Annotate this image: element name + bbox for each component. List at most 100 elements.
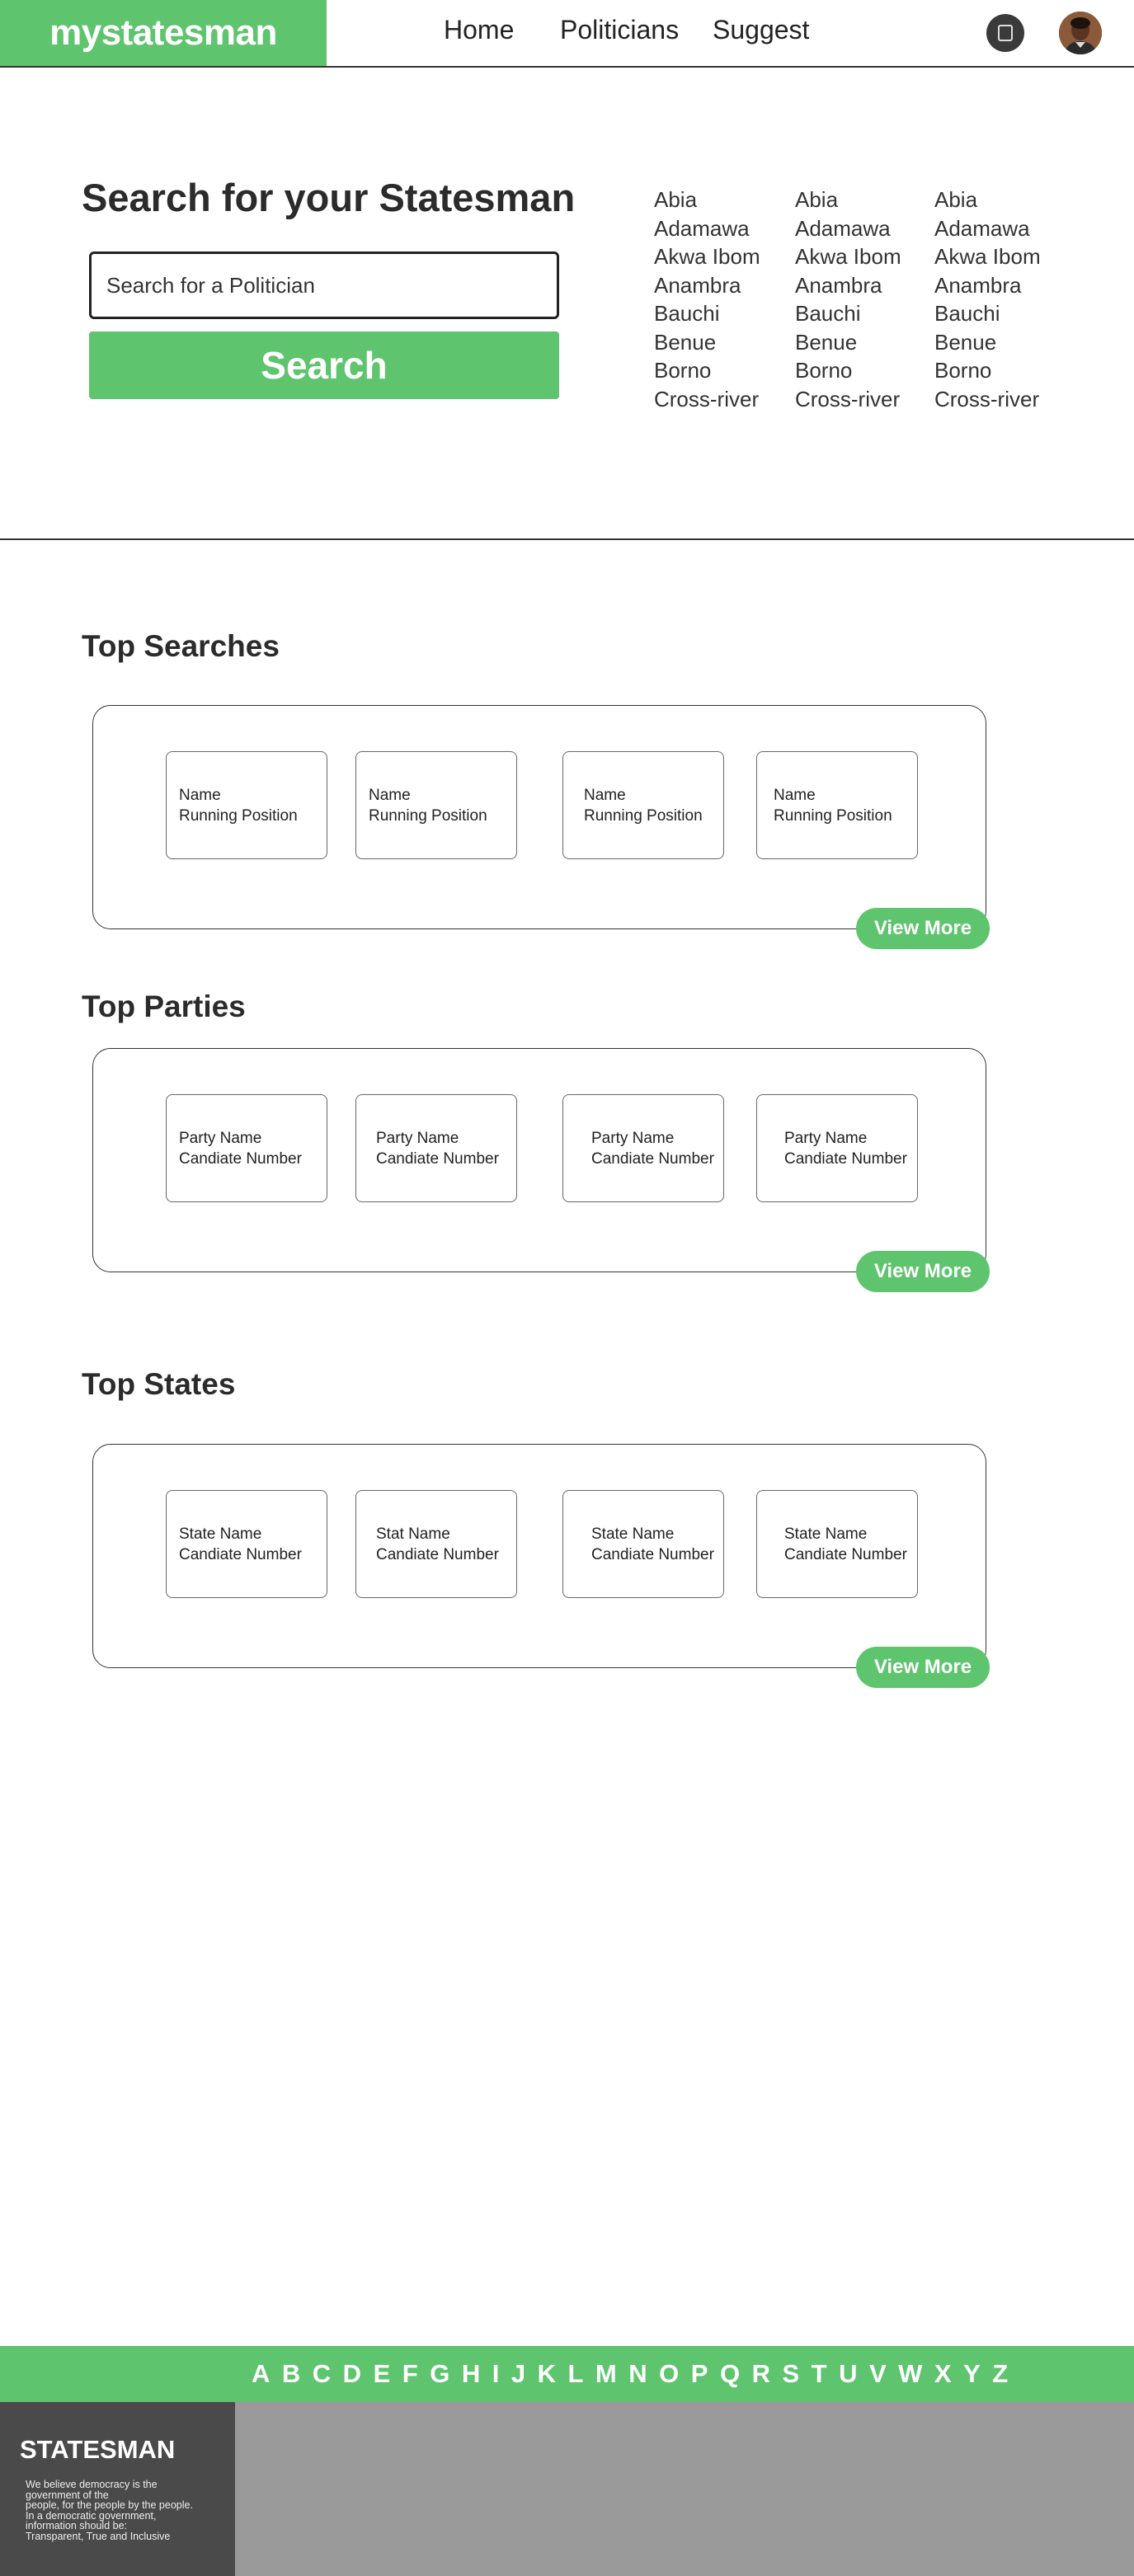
state-card[interactable]: State Name Candiate Number	[166, 1490, 327, 1598]
card-party-name: Party Name	[591, 1129, 675, 1147]
state-link[interactable]: Abia	[934, 186, 1041, 214]
letter-link[interactable]: H	[462, 2359, 480, 2389]
view-more-searches-button[interactable]: View More	[856, 908, 990, 949]
letter-link[interactable]: G	[430, 2359, 449, 2389]
letter-link[interactable]: J	[511, 2359, 525, 2389]
letter-link[interactable]: I	[492, 2359, 500, 2389]
party-card[interactable]: Party Name Candiate Number	[756, 1094, 918, 1202]
politician-card[interactable]: Name Running Position	[562, 751, 724, 859]
party-card[interactable]: Party Name Candiate Number	[562, 1094, 724, 1202]
letter-link[interactable]: F	[402, 2359, 418, 2389]
card-state-name: State Name	[784, 1525, 868, 1543]
letter-link[interactable]: P	[691, 2359, 708, 2389]
state-link[interactable]: Benue	[795, 328, 901, 357]
square-icon[interactable]	[986, 14, 1024, 52]
state-card[interactable]: State Name Candiate Number	[562, 1490, 724, 1598]
nav-home[interactable]: Home	[444, 15, 514, 45]
state-link[interactable]: Bauchi	[934, 299, 1041, 328]
search-input[interactable]	[89, 251, 559, 319]
state-link[interactable]: Borno	[934, 356, 1041, 385]
letter-link[interactable]: Q	[720, 2359, 740, 2389]
card-candidate-number: Candiate Number	[376, 1545, 499, 1563]
nav-politicians[interactable]: Politicians	[560, 15, 679, 45]
letter-link[interactable]: E	[374, 2359, 391, 2389]
state-link[interactable]: Borno	[795, 356, 901, 385]
state-link[interactable]: Adamawa	[934, 214, 1041, 243]
state-link[interactable]: Akwa Ibom	[934, 242, 1041, 271]
letter-link[interactable]: R	[752, 2359, 770, 2389]
footer-about: STATESMAN We believe democracy is the go…	[0, 2402, 235, 2576]
state-link[interactable]: Anambra	[934, 271, 1041, 300]
card-position: Running Position	[584, 806, 703, 825]
state-card[interactable]: Stat Name Candiate Number	[355, 1490, 517, 1598]
state-link[interactable]: Anambra	[654, 271, 760, 300]
state-list-column-3: Abia Adamawa Akwa Ibom Anambra Bauchi Be…	[934, 186, 1041, 413]
letter-link[interactable]: D	[343, 2359, 361, 2389]
state-link[interactable]: Akwa Ibom	[654, 242, 760, 271]
state-list-column-2: Abia Adamawa Akwa Ibom Anambra Bauchi Be…	[795, 186, 901, 413]
politician-card[interactable]: Name Running Position	[756, 751, 918, 859]
state-link[interactable]: Adamawa	[654, 214, 760, 243]
letter-link[interactable]: Z	[992, 2359, 1008, 2389]
letter-link[interactable]: U	[839, 2359, 857, 2389]
letter-link[interactable]: K	[538, 2359, 556, 2389]
state-link[interactable]: Bauchi	[795, 299, 901, 328]
letter-link[interactable]: L	[567, 2359, 583, 2389]
search-button[interactable]: Search	[89, 331, 559, 399]
card-candidate-number: Candiate Number	[591, 1149, 714, 1168]
card-name: Name	[179, 786, 221, 804]
letter-link[interactable]: C	[313, 2359, 331, 2389]
tagline-line: We believe democracy is the	[26, 2479, 158, 2490]
card-position: Running Position	[179, 806, 298, 825]
top-states-panel: State Name Candiate Number Stat Name Can…	[92, 1444, 990, 1688]
card-party-name: Party Name	[376, 1129, 459, 1147]
party-card[interactable]: Party Name Candiate Number	[355, 1094, 517, 1202]
state-link[interactable]: Cross-river	[654, 385, 760, 414]
letter-link[interactable]: W	[898, 2359, 922, 2389]
nav-suggest[interactable]: Suggest	[713, 15, 809, 45]
letter-link[interactable]: O	[659, 2359, 679, 2389]
letter-link[interactable]: T	[812, 2359, 827, 2389]
state-link[interactable]: Abia	[795, 186, 901, 214]
site-logo[interactable]: mystatesman	[0, 0, 327, 66]
top-parties-panel: Party Name Candiate Number Party Name Ca…	[92, 1048, 990, 1292]
card-party-name: Party Name	[179, 1129, 262, 1147]
card-state-name: State Name	[179, 1525, 262, 1543]
footer-tagline: We believe democracy is the government o…	[26, 2480, 224, 2541]
alphabet-bar: A B C D E F G H I J K L M N O P Q R S T …	[0, 2346, 1134, 2402]
top-header: mystatesman Home Politicians Suggest	[0, 0, 1134, 68]
profile-avatar[interactable]	[1059, 12, 1102, 54]
state-link[interactable]: Benue	[934, 328, 1041, 357]
letter-link[interactable]: N	[628, 2359, 647, 2389]
politician-card[interactable]: Name Running Position	[166, 751, 327, 859]
state-link[interactable]: Bauchi	[654, 299, 760, 328]
card-party-name: Party Name	[784, 1129, 868, 1147]
state-link[interactable]: Akwa Ibom	[795, 242, 901, 271]
state-card[interactable]: State Name Candiate Number	[756, 1490, 918, 1598]
state-link[interactable]: Benue	[654, 328, 760, 357]
state-link[interactable]: Abia	[654, 186, 760, 214]
party-card[interactable]: Party Name Candiate Number	[166, 1094, 327, 1202]
letter-link[interactable]: X	[934, 2359, 952, 2389]
state-link[interactable]: Cross-river	[934, 385, 1041, 414]
card-candidate-number: Candiate Number	[179, 1545, 302, 1563]
state-link[interactable]: Cross-river	[795, 385, 901, 414]
letter-link[interactable]: M	[595, 2359, 617, 2389]
card-name: Name	[774, 786, 816, 804]
view-more-parties-button[interactable]: View More	[856, 1251, 990, 1292]
letter-link[interactable]: V	[869, 2359, 887, 2389]
state-link[interactable]: Adamawa	[795, 214, 901, 243]
state-link[interactable]: Borno	[654, 356, 760, 385]
state-link[interactable]: Anambra	[795, 271, 901, 300]
letter-link[interactable]: A	[252, 2359, 270, 2389]
card-candidate-number: Candiate Number	[591, 1545, 714, 1563]
footer-panel	[235, 2402, 1134, 2576]
top-searches-title: Top Searches	[82, 629, 280, 663]
letter-link[interactable]: Y	[963, 2359, 981, 2389]
top-parties-title: Top Parties	[82, 990, 246, 1023]
letter-link[interactable]: B	[282, 2359, 300, 2389]
letter-link[interactable]: S	[782, 2359, 799, 2389]
card-position: Running Position	[369, 806, 487, 825]
view-more-states-button[interactable]: View More	[856, 1647, 990, 1688]
politician-card[interactable]: Name Running Position	[355, 751, 517, 859]
